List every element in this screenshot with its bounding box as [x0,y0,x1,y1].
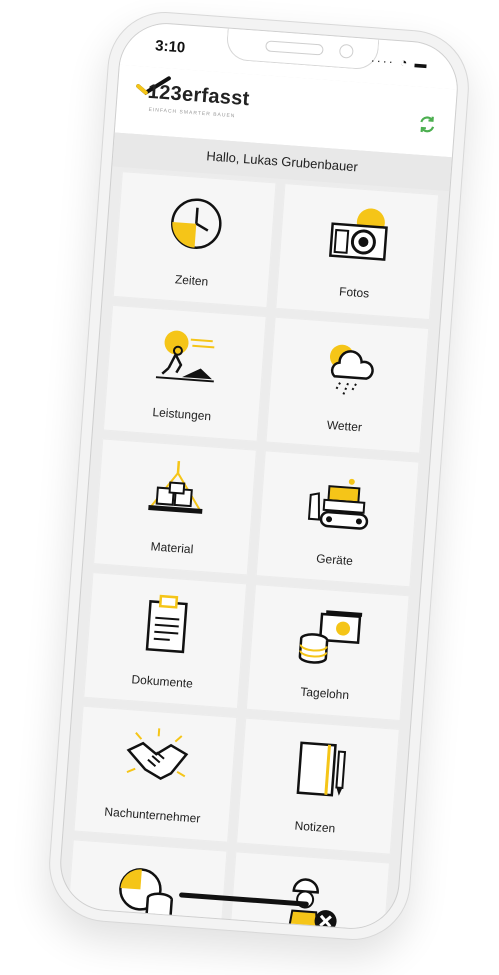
tile-label: Nachunternehmer [103,804,201,826]
tile-leistungen[interactable]: Leistungen [102,304,267,442]
tile-fotos[interactable]: Fotos [275,183,440,321]
speaker-grille [265,40,324,56]
front-camera [338,43,354,59]
phone-frame: 3:10 ···· ◔ ▬ 123erfasst EINFACH SMARTER… [45,7,473,945]
tile-nachunternehmer[interactable]: Nachunternehmer [73,705,238,843]
camera-icon [328,208,388,261]
handshake-icon [126,728,188,780]
tile-label: Material [150,539,194,557]
tile-wetter[interactable]: Wetter [265,316,430,454]
tile-tagelohn[interactable]: Tagelohn [245,584,410,722]
tile-label: Dokumente [131,672,194,691]
device-notch [225,28,380,71]
tile-notizen[interactable]: Notizen [236,717,400,855]
app-name: 123erfasst [147,80,251,111]
money-coins-icon [298,610,362,664]
menu-grid: Zeiten Fotos Leistungen Wetter Material … [63,171,440,933]
tile-label: Wetter [326,417,363,435]
status-icons: ···· ◔ ▬ [370,53,429,71]
tile-worker-remove[interactable] [226,851,391,933]
tile-label: Leistungen [152,405,212,424]
tile-zeiten[interactable]: Zeiten [112,171,277,309]
weather-icon [329,344,374,396]
status-time: 3:10 [154,37,186,57]
app-screen: 3:10 ···· ◔ ▬ 123erfasst EINFACH SMARTER… [56,19,462,933]
battery-icon: ▬ [414,56,430,72]
worker-shovel-icon [155,330,214,383]
clipboard-icon [145,594,188,654]
tile-dokumente[interactable]: Dokumente [83,572,248,710]
pallet-crane-icon [147,460,202,514]
notebook-pen-icon [296,741,346,797]
tile-material[interactable]: Material [93,438,257,576]
tile-geraete[interactable]: Geräte [255,450,420,588]
tile-label: Fotos [338,284,370,301]
chart-coins-icon [118,868,173,924]
tile-label: Zeiten [174,272,209,289]
clock-icon [170,198,222,249]
bulldozer-icon [307,478,368,530]
sync-icon[interactable] [415,113,439,137]
tile-label: Notizen [294,818,336,836]
tile-label: Geräte [315,551,354,569]
signal-icon: ···· [370,53,396,69]
tile-label: Tagelohn [299,684,350,703]
wifi-icon: ◔ [399,55,410,70]
tile-chart[interactable] [63,839,228,933]
